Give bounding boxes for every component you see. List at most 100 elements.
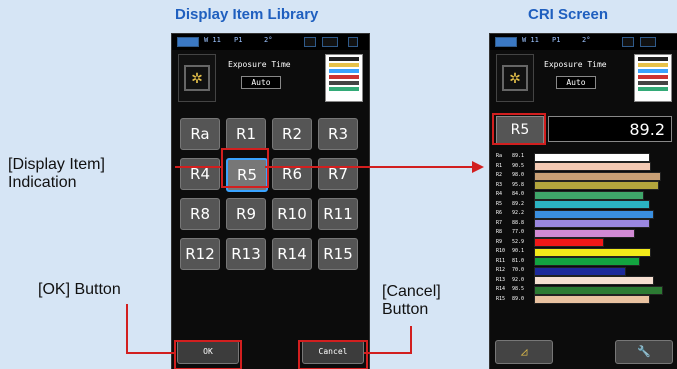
display-item-highlight [221,148,269,188]
cri-bar-r5 [534,200,650,209]
cri-row-label: R11 [496,257,506,264]
callout-display-item: [Display Item] Indication [8,156,105,192]
measure-mode-button[interactable]: ✲ [496,54,534,102]
cri-bar-r14 [534,285,663,295]
cancel-connector-vertical [410,326,412,354]
callout-cancel-line2: Button [382,301,429,318]
cri-row-value: 90.5 [512,162,525,169]
cri-row-value: 92.0 [512,276,525,283]
ok-connector-horizontal [126,352,174,354]
cri-row-label: R2 [496,172,503,178]
ok-connector-vertical [126,304,128,352]
cri-row-value: 84.0 [512,191,525,197]
display-item-button-r2[interactable]: R2 [272,118,312,150]
cri-row-value: 95.8 [512,181,525,188]
callout-display-item-line2: Indication [8,174,77,191]
display-item-button-r3[interactable]: R3 [318,118,358,150]
cancel-connector-horizontal [364,352,412,354]
exposure-row: ✲ Exposure Time Auto [178,54,363,102]
cri-row-label: R1 [496,162,503,169]
measure-mode-button[interactable]: ✲ [178,54,216,102]
cri-row-value: 89.2 [512,200,525,207]
star-sensor-icon: ✲ [184,65,210,91]
cri-row-label: R9 [496,238,503,245]
cri-selected-highlight [492,113,546,145]
cri-row-value: 98.0 [512,172,525,178]
cri-row-value: 92.2 [512,210,525,216]
cri-row-value: 81.0 [512,257,525,264]
status-indicator-icon [304,37,316,47]
cri-row-label: R14 [496,286,506,292]
cri-bar-r1 [534,162,651,171]
cancel-highlight [298,340,368,369]
cri-bar-r7 [534,219,650,228]
cri-row-label: R4 [496,191,503,197]
cri-bar-r9 [534,238,604,247]
cri-row-label: R15 [496,295,506,302]
cri-row-label: R13 [496,276,506,283]
status-indicator-icon [348,37,358,47]
display-item-button-r12[interactable]: R12 [180,238,220,270]
cri-row-value: 89.1 [512,153,525,159]
exposure-row: ✲ Exposure Time Auto [496,54,672,102]
callout-display-item-line1: [Display Item] [8,156,105,173]
cri-row-label: R10 [496,248,506,254]
display-item-arrow-line [265,166,472,168]
cri-row-value: 88.8 [512,219,525,226]
display-item-button-r4[interactable]: R4 [180,158,220,190]
status-mode: P1 [234,36,243,44]
display-item-button-r6[interactable]: R6 [272,158,312,190]
exposure-value[interactable]: Auto [556,76,596,89]
display-item-button-r8[interactable]: R8 [180,198,220,230]
cri-bar-r13 [534,276,654,285]
battery-icon [177,37,199,47]
display-item-button-r10[interactable]: R10 [272,198,312,230]
display-item-button-r1[interactable]: R1 [226,118,266,150]
cri-bar-r2 [534,171,661,181]
library-title: Display Item Library [175,6,319,23]
cri-bar-r10 [534,247,651,257]
spectrum-graph-icon[interactable] [325,54,363,102]
display-item-button-r13[interactable]: R13 [226,238,266,270]
settings-button[interactable]: 🔧 [615,340,673,364]
cri-row-label: R5 [496,200,503,207]
status-indicator-icon [622,37,634,47]
cri-row-value: 70.0 [512,267,525,273]
display-item-button-r11[interactable]: R11 [318,198,358,230]
cri-bar-r4 [534,190,644,200]
cri-row-value: 77.0 [512,229,525,235]
arrow-head-icon [472,161,484,173]
triangle-button[interactable]: ◿ [495,340,553,364]
display-item-button-r7[interactable]: R7 [318,158,358,190]
canvas: Display Item Library CRI Screen W 11 P1 … [0,0,677,369]
callout-ok: [OK] Button [38,281,121,298]
cri-row-value: 52.9 [512,238,525,245]
cri-bar-r6 [534,209,654,219]
cri-row-value: 98.5 [512,286,525,292]
cri-row-label: R3 [496,181,503,188]
cri-screen: W 11 P1 2° ✲ Exposure Time Auto R5 89.2 … [489,33,677,369]
cri-bar-ra [534,152,650,162]
status-bar: W 11 P1 2° [172,34,369,50]
exposure-value[interactable]: Auto [241,76,281,89]
cri-row-label: R6 [496,210,503,216]
display-item-library-screen: W 11 P1 2° ✲ Exposure Time Auto Ra R1 R2 R3… [171,33,370,369]
display-item-button-r14[interactable]: R14 [272,238,312,270]
spectrum-graph-icon[interactable] [634,54,672,102]
status-bar: W 11 P1 2° [490,34,677,50]
status-indicator-icon [640,37,656,47]
cri-bar-r3 [534,181,659,190]
cri-row-value: 89.0 [512,295,525,302]
status-mode: P1 [552,36,561,44]
cri-title: CRI Screen [528,6,609,23]
cri-row-label: R8 [496,229,503,235]
display-item-button-r9[interactable]: R9 [226,198,266,230]
status-indicator-icon [322,37,338,47]
callout-cancel-line1: [Cancel] [382,283,441,300]
wrench-icon: 🔧 [637,345,651,358]
display-item-button-ra[interactable]: Ra [180,118,220,150]
display-item-connector [175,166,221,168]
display-item-button-r15[interactable]: R15 [318,238,358,270]
status-channel: W 11 [522,36,539,44]
selected-item-value: 89.2 [548,116,672,142]
